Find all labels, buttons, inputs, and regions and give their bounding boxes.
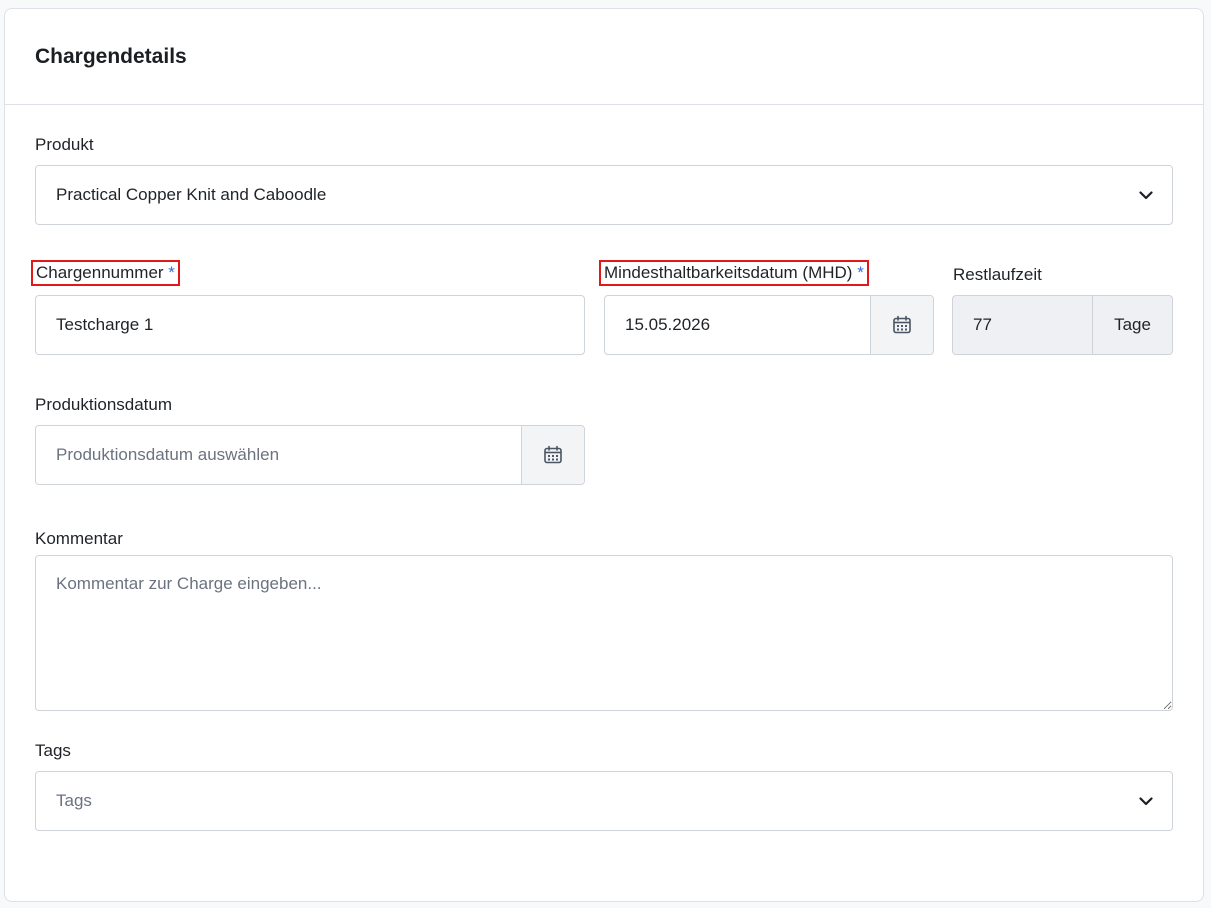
mhd-label-text: Mindesthaltbarkeitsdatum (MHD) — [604, 263, 853, 282]
chargendetails-card: Chargendetails Produkt Practical Copper … — [4, 8, 1204, 902]
mhd-label: Mindesthaltbarkeitsdatum (MHD) * — [599, 260, 869, 286]
restlaufzeit-unit: Tage — [1092, 296, 1172, 354]
chargennummer-label-text: Chargennummer — [36, 263, 164, 282]
mhd-date-input[interactable]: 15.05.2026 — [604, 295, 934, 355]
kommentar-textarea[interactable] — [35, 555, 1173, 711]
chargennummer-input[interactable]: Testcharge 1 — [35, 295, 585, 355]
calendar-icon — [893, 315, 911, 334]
produkt-selected-value: Practical Copper Knit and Caboodle — [56, 185, 327, 204]
tags-select[interactable]: Tags — [35, 771, 1173, 831]
produkt-select[interactable]: Practical Copper Knit and Caboodle — [35, 165, 1173, 225]
produktionsdatum-calendar-button[interactable] — [521, 426, 584, 484]
chargennummer-value: Testcharge 1 — [56, 315, 154, 334]
chevron-down-icon — [1120, 190, 1172, 200]
mhd-calendar-button[interactable] — [870, 296, 933, 354]
restlaufzeit-field: 77 Tage — [952, 295, 1173, 355]
kommentar-label: Kommentar — [35, 529, 123, 548]
restlaufzeit-value: 77 — [973, 315, 992, 334]
required-mark: * — [857, 263, 864, 282]
mhd-value: 15.05.2026 — [625, 315, 711, 334]
produktionsdatum-input[interactable]: Produktionsdatum auswählen — [35, 425, 585, 485]
produktionsdatum-placeholder: Produktionsdatum auswählen — [56, 445, 280, 464]
tags-label: Tags — [35, 741, 71, 760]
chevron-down-icon — [1120, 796, 1172, 806]
card-title: Chargendetails — [35, 44, 187, 68]
chargennummer-label: Chargennummer * — [31, 260, 180, 286]
restlaufzeit-label: Restlaufzeit — [953, 265, 1042, 284]
required-mark: * — [168, 263, 175, 282]
produktionsdatum-label: Produktionsdatum — [35, 395, 173, 414]
tags-placeholder: Tags — [56, 791, 92, 810]
card-header: Chargendetails — [5, 9, 1203, 105]
calendar-icon — [544, 445, 562, 464]
produkt-label: Produkt — [35, 135, 94, 154]
